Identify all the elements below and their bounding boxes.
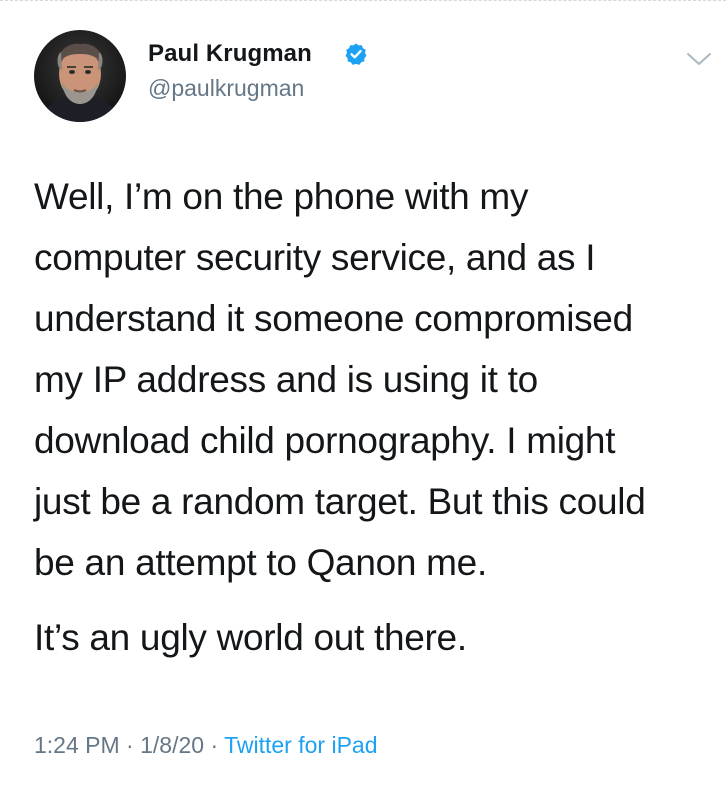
tweet-text: Well, I’m on the phone with my computer … — [34, 166, 714, 668]
tweet-line: be an attempt to Qanon me. — [34, 542, 487, 583]
tweet-line: just be a random target. But this could — [34, 481, 646, 522]
display-name[interactable]: Paul Krugman — [148, 40, 312, 68]
tweet-meta: 1:24 PM · 1/8/20 · Twitter for iPad — [34, 732, 378, 759]
user-handle[interactable]: @paulkrugman — [148, 75, 304, 102]
top-divider — [0, 0, 726, 1]
avatar[interactable] — [34, 30, 126, 122]
tweet-second-paragraph: It’s an ugly world out there. — [34, 617, 467, 658]
chevron-down-icon — [687, 53, 711, 65]
meta-separator: · — [126, 732, 134, 758]
tweet-line: my IP address and is using it to — [34, 359, 538, 400]
tweet-line: understand it someone compromised — [34, 298, 633, 339]
meta-separator: · — [210, 732, 219, 758]
avatar-icon — [34, 30, 126, 122]
tweet-source-link[interactable]: Twitter for iPad — [224, 732, 377, 758]
verified-badge-icon — [345, 43, 367, 65]
tweet-line: computer security service, and as I — [34, 237, 596, 278]
tweet-line: Well, I’m on the phone with my — [34, 176, 529, 217]
tweet-menu-button[interactable] — [682, 46, 716, 72]
tweet-time[interactable]: 1:24 PM — [34, 732, 120, 758]
tweet-date[interactable]: 1/8/20 — [140, 732, 204, 758]
tweet-line: download child pornography. I might — [34, 420, 616, 461]
